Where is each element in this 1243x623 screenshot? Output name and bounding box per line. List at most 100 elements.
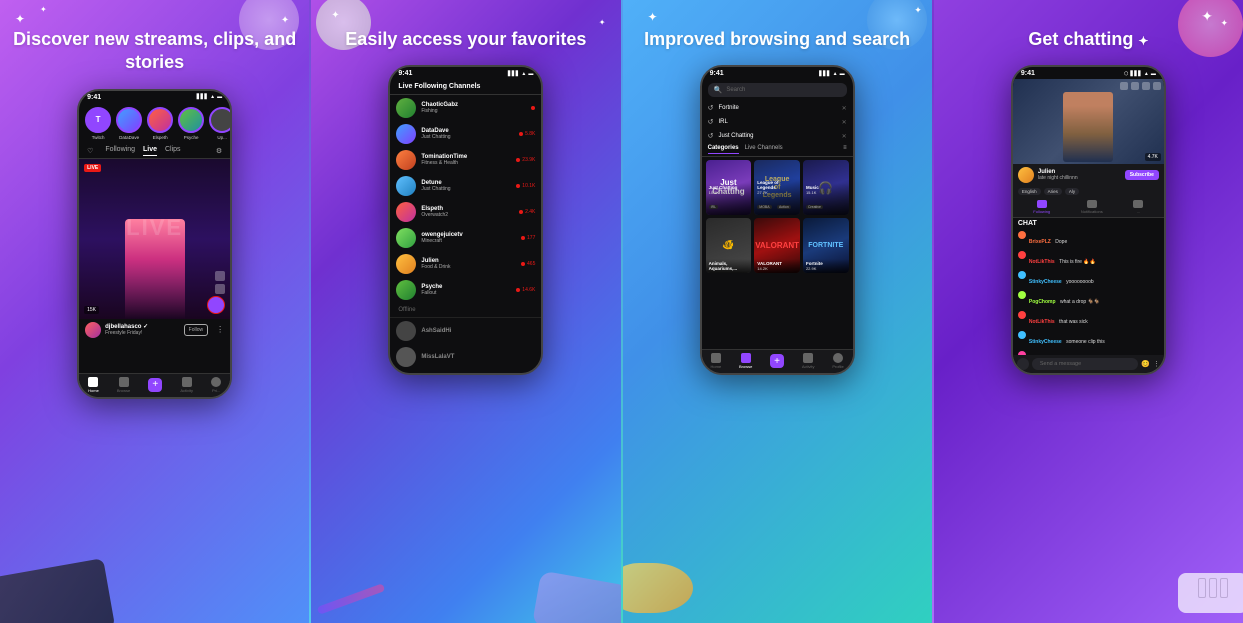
nav-profile-label-3: Profile bbox=[832, 364, 843, 369]
follow-button[interactable]: Follow bbox=[184, 324, 208, 336]
chat-content-3: StinkyCheese yoooooooob bbox=[1029, 270, 1094, 288]
recent-irl[interactable]: ↺ IRL ✕ bbox=[702, 115, 853, 129]
nav-home[interactable]: Home bbox=[88, 377, 99, 393]
clock-icon-1: ↺ bbox=[708, 104, 714, 112]
msg-text-2: This is fire 🔥🔥 bbox=[1059, 259, 1096, 265]
story-elspeth[interactable]: Elspeth bbox=[147, 107, 173, 140]
recent-justchatting[interactable]: ↺ Just Chatting ✕ bbox=[702, 129, 853, 143]
panel-browse: ✦ ✦ Improved browsing and search 9:41 ▋▋… bbox=[621, 0, 932, 623]
viewer-count-badge: 15K bbox=[84, 306, 99, 314]
panel-discover: ✦ ✦ ✦ Discover new streams, clips, and s… bbox=[0, 0, 309, 623]
chat-messages-list: BrixePLZ Dope NotLikThis This is fire 🔥🔥… bbox=[1013, 229, 1164, 373]
streamer-silhouette bbox=[1063, 92, 1113, 162]
story-more[interactable]: Up... bbox=[209, 107, 230, 140]
keyboard-deco bbox=[0, 558, 115, 623]
nav-home-3[interactable]: Home bbox=[711, 353, 722, 369]
chat-emoji-icon[interactable]: 😊 bbox=[1141, 360, 1150, 368]
channel-row-julien[interactable]: Julien Food & Drink 465 bbox=[390, 251, 541, 277]
channel-row-bignose[interactable]: BigNoseBug bbox=[390, 370, 541, 373]
tab-categories[interactable]: Categories bbox=[708, 145, 739, 154]
tag-aries[interactable]: Aries bbox=[1044, 188, 1062, 195]
cat-valorant[interactable]: VALORANT VALORANT 14.2K bbox=[754, 218, 800, 273]
story-twitch[interactable]: T Twitch bbox=[85, 107, 111, 140]
channel-row-psyche[interactable]: Psyche Fallout 14.6K bbox=[390, 277, 541, 303]
tag-english[interactable]: English bbox=[1018, 188, 1041, 195]
nav-add-3[interactable]: + bbox=[770, 354, 784, 368]
info-elspeth: Elspeth Overwatch2 bbox=[421, 206, 514, 218]
channel-row-detune[interactable]: Detune Just Chatting 10.1K bbox=[390, 173, 541, 199]
star-deco-1: ✦ bbox=[15, 12, 25, 26]
cat-animals[interactable]: 🐠 Animals, Aquariums,... bbox=[706, 218, 752, 273]
game-detune: Just Chatting bbox=[421, 186, 511, 192]
stream-info: djbellahasco ✓ Freestyle Friday! Follow … bbox=[79, 319, 230, 341]
username-3: StinkyCheese bbox=[1029, 279, 1062, 285]
cat-music[interactable]: 🎧 Music 15.1K Creative bbox=[803, 160, 849, 215]
channel-row-elspeth[interactable]: Elspeth Overwatch2 2.4K bbox=[390, 199, 541, 225]
viewers-psyche: 14.6K bbox=[516, 287, 535, 293]
settings-video-icon[interactable] bbox=[1153, 82, 1161, 90]
recent-fortnite[interactable]: ↺ Fortnite ✕ bbox=[702, 101, 853, 115]
channel-row-owen[interactable]: owengejuicetv Minecraft 177 bbox=[390, 225, 541, 251]
subscribe-button[interactable]: Subscribe bbox=[1125, 170, 1159, 180]
channel-row-datadave[interactable]: DataDave Just Chatting 5.8K bbox=[390, 121, 541, 147]
wifi-4: ▲ bbox=[1144, 71, 1149, 77]
channel-row-misslala[interactable]: MissLalaVT bbox=[390, 344, 541, 370]
filter-icon[interactable]: ≡ bbox=[843, 145, 847, 154]
fullscreen-icon[interactable] bbox=[1142, 82, 1150, 90]
nav-profile-3[interactable]: Profile bbox=[832, 353, 843, 369]
channel-row-chaotic[interactable]: ChaoticGabz Fishing bbox=[390, 95, 541, 121]
cat-just-chatting[interactable]: JustChatting Just Chatting 10.1K IRL bbox=[706, 160, 752, 215]
cast-video-icon[interactable] bbox=[1120, 82, 1128, 90]
star-p2-1: ✦ bbox=[331, 10, 339, 21]
tab-live[interactable]: Live bbox=[143, 146, 157, 156]
tab-clips[interactable]: Clips bbox=[165, 146, 181, 155]
cat-fortnite-info: Fortnite 22.9K bbox=[803, 259, 849, 273]
info-detune: Detune Just Chatting bbox=[421, 180, 511, 192]
story-psyche[interactable]: Psyche bbox=[178, 107, 204, 140]
tab-live-channels[interactable]: Live Channels bbox=[745, 145, 783, 154]
cat-league-of-legends[interactable]: LeagueofLegends League of Legends 27.7K … bbox=[754, 160, 800, 215]
viewers-datadave: 5.8K bbox=[519, 131, 535, 137]
more-options-icon[interactable]: ⋮ bbox=[216, 325, 224, 334]
nav-add[interactable]: + bbox=[148, 378, 162, 392]
chat-more-icon[interactable]: ⋮ bbox=[1153, 360, 1160, 368]
viewer-count-psyche: 14.6K bbox=[522, 287, 535, 293]
stream-nav: Following Notifications ... bbox=[1013, 197, 1164, 218]
badge-5 bbox=[1018, 311, 1026, 319]
profile-icon bbox=[211, 377, 221, 387]
channel-row-tomination[interactable]: TominationTime Fitness & Health 23.9K bbox=[390, 147, 541, 173]
close-fortnite[interactable]: ✕ bbox=[842, 105, 847, 112]
following-icon-p4 bbox=[1037, 200, 1047, 208]
close-justchatting[interactable]: ✕ bbox=[842, 133, 847, 140]
star-deco-2: ✦ bbox=[40, 5, 47, 14]
tab-following[interactable]: Following bbox=[105, 146, 135, 155]
msg-text-5: that was sick bbox=[1059, 319, 1088, 325]
nav-browse[interactable]: Browse bbox=[117, 377, 130, 393]
info-datadave: DataDave Just Chatting bbox=[421, 128, 514, 140]
chat-msg-2: NotLikThis This is fire 🔥🔥 bbox=[1013, 249, 1164, 269]
panel-favorites: ✦ ✦ Easily access your favorites 9:41 ▋▋… bbox=[309, 0, 620, 623]
battery-4: ▬ bbox=[1151, 71, 1156, 77]
close-irl[interactable]: ✕ bbox=[842, 119, 847, 126]
chat-content-4: PogChomp what a drop 🐐🐐 bbox=[1029, 290, 1100, 308]
nav-following-p4[interactable]: Following bbox=[1033, 200, 1050, 214]
channel-row-ash[interactable]: AshSaidHi bbox=[390, 318, 541, 344]
story-datadave[interactable]: DataDave bbox=[116, 107, 142, 140]
emoji-icon[interactable] bbox=[1017, 358, 1029, 370]
chat-input-box[interactable]: Send a message bbox=[1032, 358, 1138, 370]
nav-notifs-p4[interactable]: Notifications bbox=[1081, 200, 1103, 214]
tag-aly[interactable]: Aly bbox=[1065, 188, 1079, 195]
pip-icon[interactable] bbox=[1131, 82, 1139, 90]
nav-more-p4[interactable]: ... bbox=[1133, 200, 1143, 214]
nav-activity[interactable]: Activity bbox=[180, 377, 193, 393]
avatar-julien bbox=[396, 254, 416, 274]
cat-valorant-info: VALORANT 14.2K bbox=[754, 259, 800, 273]
nav-browse-3[interactable]: Browse bbox=[739, 353, 752, 369]
nav-activity-3[interactable]: Activity bbox=[802, 353, 815, 369]
search-bar[interactable]: 🔍 Search bbox=[708, 83, 847, 97]
nav-profile[interactable]: Pri... bbox=[211, 377, 221, 393]
settings-icon[interactable]: ⚙ bbox=[216, 147, 222, 155]
cat-fortnite[interactable]: FORTNITE Fortnite 22.9K bbox=[803, 218, 849, 273]
badge-6 bbox=[1018, 331, 1026, 339]
info-tomination: TominationTime Fitness & Health bbox=[421, 154, 511, 166]
